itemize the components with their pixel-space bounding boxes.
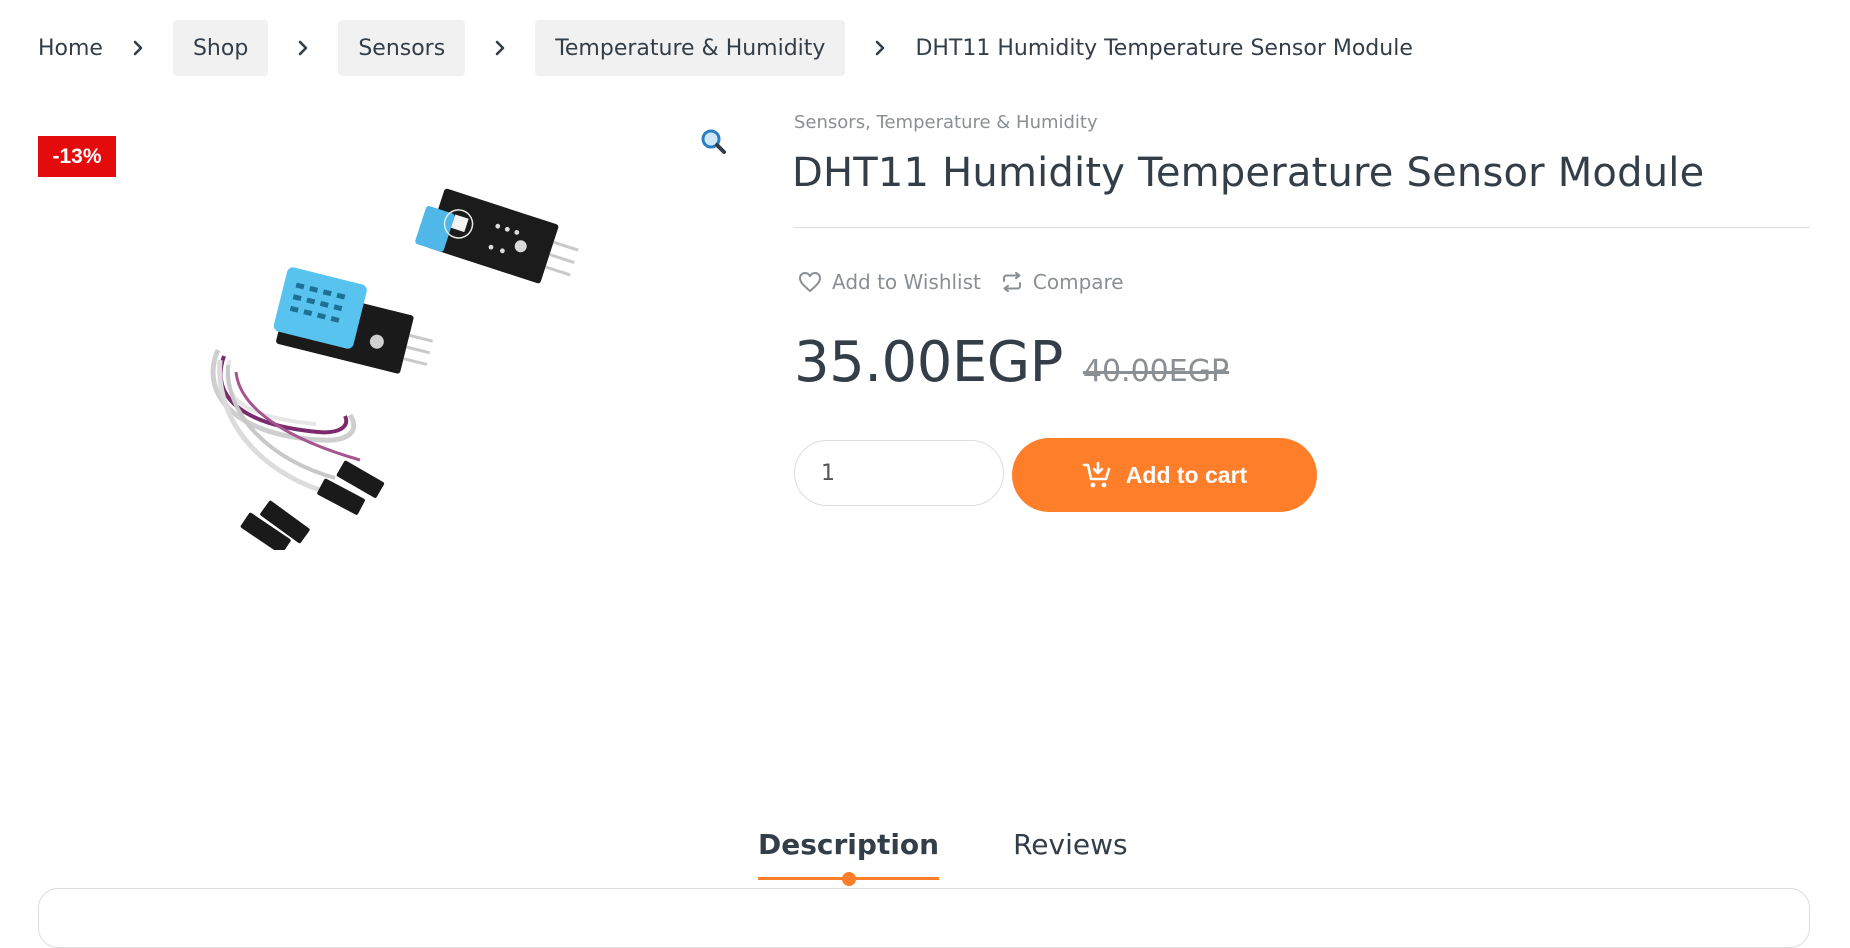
product-price: 35.00EGP 40.00EGP bbox=[794, 330, 1229, 395]
category-link-temperature-humidity[interactable]: Temperature & Humidity bbox=[877, 112, 1098, 133]
breadcrumb-shop-link[interactable]: Shop bbox=[172, 20, 269, 76]
chevron-right-icon bbox=[103, 20, 173, 76]
chevron-right-icon bbox=[465, 20, 535, 76]
cart-icon bbox=[1082, 461, 1111, 488]
price-current: 35.00EGP bbox=[794, 330, 1063, 395]
breadcrumb-temperature-humidity-link[interactable]: Temperature & Humidity bbox=[535, 20, 846, 76]
breadcrumb-home-link[interactable]: Home bbox=[38, 20, 103, 76]
product-categories: Sensors, Temperature & Humidity bbox=[794, 112, 1098, 133]
category-separator: , bbox=[865, 112, 877, 133]
chevron-right-icon bbox=[845, 20, 915, 76]
tab-description-label: Description bbox=[758, 828, 940, 861]
chevron-right-icon bbox=[268, 20, 338, 76]
breadcrumb-current: DHT11 Humidity Temperature Sensor Module bbox=[915, 35, 1413, 61]
add-to-cart-button[interactable]: Add to cart bbox=[1012, 438, 1317, 512]
add-to-wishlist-button[interactable]: Add to Wishlist bbox=[798, 270, 981, 294]
compare-arrows-icon bbox=[1002, 272, 1021, 292]
dht11-sensor-module-photo bbox=[210, 188, 579, 555]
heart-icon bbox=[799, 272, 821, 292]
product-image[interactable] bbox=[200, 160, 600, 555]
zoom-icon[interactable] bbox=[700, 128, 728, 156]
product-tabs: Description Reviews bbox=[758, 828, 1128, 886]
title-divider bbox=[794, 227, 1810, 228]
add-to-cart-label: Add to cart bbox=[1125, 461, 1248, 488]
compare-label: Compare bbox=[1032, 270, 1124, 294]
category-link-sensors[interactable]: Sensors bbox=[794, 112, 865, 133]
breadcrumb-sensors-link[interactable]: Sensors bbox=[338, 20, 466, 76]
compare-button[interactable]: Compare bbox=[1001, 270, 1124, 294]
sale-badge: -13% bbox=[38, 136, 116, 177]
tab-content-panel bbox=[38, 888, 1810, 948]
add-to-wishlist-label: Add to Wishlist bbox=[832, 270, 981, 294]
tab-description[interactable]: Description bbox=[758, 828, 940, 886]
product-title: DHT11 Humidity Temperature Sensor Module bbox=[792, 150, 1705, 196]
tab-reviews-label: Reviews bbox=[1013, 828, 1128, 861]
tab-reviews[interactable]: Reviews bbox=[1013, 828, 1128, 877]
breadcrumb: Home Shop Sensors Temperature & Humidity… bbox=[38, 20, 1413, 76]
product-actions: Add to Wishlist Compare bbox=[798, 270, 1144, 294]
quantity-input[interactable] bbox=[794, 440, 1004, 506]
active-tab-indicator bbox=[841, 872, 856, 886]
price-original: 40.00EGP bbox=[1082, 354, 1230, 389]
